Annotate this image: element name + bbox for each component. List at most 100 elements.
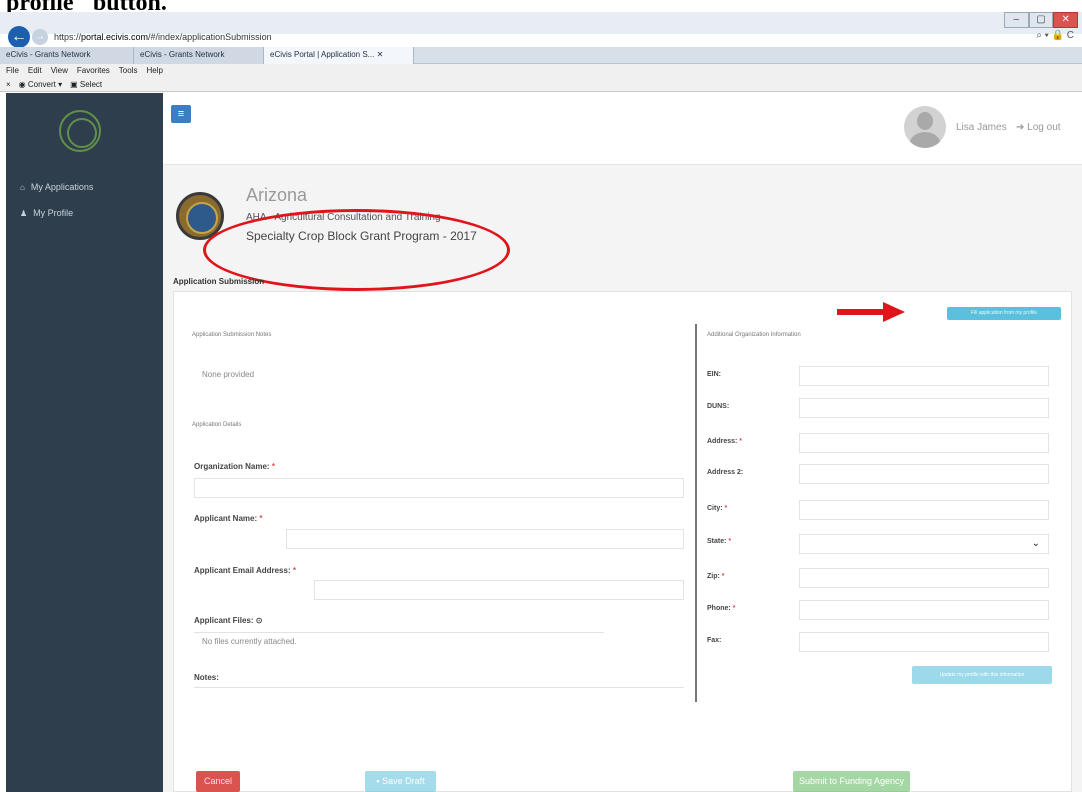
browser-tab[interactable]: eCivis - Grants Network	[134, 47, 264, 64]
notes-field[interactable]	[194, 687, 684, 707]
section-label: Application Submission	[173, 277, 265, 286]
menu-file[interactable]: File	[6, 64, 19, 78]
sidebar-item-label: My Applications	[30, 182, 94, 192]
close-window-icon[interactable]: ✕	[1053, 12, 1079, 28]
menu-view[interactable]: View	[51, 64, 68, 78]
menu-tools[interactable]: Tools	[119, 64, 138, 78]
notes-label: Notes:	[194, 673, 219, 682]
logout-link[interactable]: ➔ Log out	[1016, 122, 1061, 133]
avatar[interactable]	[904, 106, 946, 148]
address-field[interactable]	[799, 433, 1049, 453]
phone-field[interactable]	[799, 600, 1049, 620]
applicant-files-label-text: Applicant Files:	[194, 616, 254, 625]
cancel-button[interactable]: Cancel	[196, 771, 240, 792]
zip-field[interactable]	[799, 568, 1049, 588]
url-host: portal.ecivis.com	[81, 32, 149, 42]
app-header: ≡ Lisa James ➔ Log out	[163, 93, 1082, 165]
city-label: City: *	[707, 505, 727, 512]
convert-button[interactable]: ◉ Convert ▾	[19, 78, 62, 91]
city-field[interactable]	[799, 500, 1049, 520]
annotation-arrow-icon	[837, 302, 905, 322]
notes-heading: Application Submission Notes	[192, 332, 272, 338]
zip-label-text: Zip:	[707, 573, 720, 580]
city-label-text: City:	[707, 505, 723, 512]
sidebar-item-my-profile[interactable]: ♟ My Profile	[20, 208, 73, 218]
applicant-name-label: Applicant Name: *	[194, 514, 262, 523]
convert-icon: ◉	[18, 80, 28, 89]
fax-label: Fax:	[707, 637, 722, 644]
required-marker: *	[732, 605, 736, 612]
sidebar-item-label: My Profile	[33, 208, 74, 218]
state-title: Arizona	[246, 185, 308, 205]
menu-help[interactable]: Help	[146, 64, 162, 78]
address-bar-icons[interactable]: ⌕ ▾ 🔒 C	[1036, 30, 1074, 41]
url-prefix: https://	[54, 32, 82, 42]
application-form-panel: Fill application from my profile Applica…	[173, 291, 1072, 792]
applicant-email-label-text: Applicant Email Address:	[194, 566, 291, 575]
ein-label: EIN:	[707, 371, 721, 378]
applicant-files-list: No files currently attached.	[194, 632, 604, 652]
logout-label: Log out	[1027, 122, 1061, 133]
address2-label: Address 2:	[707, 469, 744, 476]
state-label: State: *	[707, 538, 731, 545]
menu-toggle-button[interactable]: ≡	[171, 105, 191, 123]
required-marker: *	[259, 514, 263, 523]
window-controls: – ▢ ✕	[1004, 12, 1079, 32]
additional-info-heading: Additional Organization Information	[707, 332, 801, 338]
duns-label: DUNS:	[707, 403, 730, 410]
browser-tab[interactable]: eCivis - Grants Network	[0, 47, 134, 64]
browser-menubar: File Edit View Favorites Tools Help	[0, 64, 1082, 78]
user-name[interactable]: Lisa James	[956, 122, 1007, 133]
menu-edit[interactable]: Edit	[28, 64, 42, 78]
address-label: Address: *	[707, 438, 742, 445]
required-marker: *	[724, 505, 728, 512]
select-label: Select	[79, 80, 103, 89]
chevron-down-icon: ⌄	[1031, 538, 1040, 549]
organization-name-field[interactable]	[194, 478, 684, 498]
info-icon[interactable]: ⊙	[256, 616, 263, 625]
state-select[interactable]: ⌄	[799, 534, 1049, 554]
organization-name-label: Organization Name: *	[194, 462, 275, 471]
main-content: Arizona AHA - Agricultural Consultation …	[163, 165, 1082, 792]
applicant-email-field[interactable]	[314, 580, 684, 600]
url-path: /#/index/applicationSubmission	[148, 32, 272, 42]
select-button[interactable]: ▣ Select	[70, 78, 102, 91]
address2-field[interactable]	[799, 464, 1049, 484]
close-toolbar-icon[interactable]: ×	[6, 78, 11, 91]
forward-arrow-icon[interactable]: →	[32, 29, 48, 45]
fax-field[interactable]	[799, 632, 1049, 652]
details-heading: Application Details	[192, 422, 242, 428]
save-draft-label: Save Draft	[382, 776, 425, 786]
required-marker: *	[721, 573, 725, 580]
notes-value: None provided	[202, 370, 255, 379]
back-arrow-icon[interactable]: ←	[8, 26, 30, 48]
app-logo	[59, 110, 101, 152]
fill-from-profile-button[interactable]: Fill application from my profile	[947, 307, 1061, 320]
required-marker: *	[292, 566, 296, 575]
duns-field[interactable]	[799, 398, 1049, 418]
organization-name-label-text: Organization Name:	[194, 462, 270, 471]
save-draft-button[interactable]: ▪ Save Draft	[365, 771, 436, 792]
maximize-icon[interactable]: ▢	[1028, 12, 1054, 28]
select-icon: ▣	[70, 80, 80, 89]
browser-tabs: eCivis - Grants Network eCivis - Grants …	[0, 47, 1082, 64]
submit-button[interactable]: Submit to Funding Agency	[793, 771, 910, 792]
state-label-text: State:	[707, 538, 727, 545]
files-value: No files currently attached.	[202, 637, 297, 646]
browser-tab-active[interactable]: eCivis Portal | Application S... ✕	[264, 47, 414, 64]
sidebar-item-my-applications[interactable]: ⌂ My Applications	[20, 182, 93, 192]
ein-field[interactable]	[799, 366, 1049, 386]
menu-favorites[interactable]: Favorites	[77, 64, 110, 78]
update-profile-button[interactable]: Update my profile with this information	[912, 666, 1052, 684]
required-marker: *	[739, 438, 743, 445]
required-marker: *	[728, 538, 732, 545]
address-bar[interactable]: https://portal.ecivis.com/#/index/applic…	[54, 30, 654, 44]
convert-label: Convert	[27, 80, 56, 89]
phone-label-text: Phone:	[707, 605, 731, 612]
home-icon: ⌂	[20, 182, 25, 192]
address-label-text: Address:	[707, 438, 738, 445]
applicant-name-field[interactable]	[286, 529, 684, 549]
minimize-icon[interactable]: –	[1004, 12, 1029, 28]
logout-icon: ➔	[1016, 122, 1028, 133]
screenshot-root: profile" button. – ▢ ✕ ← → https://porta…	[0, 0, 1082, 792]
